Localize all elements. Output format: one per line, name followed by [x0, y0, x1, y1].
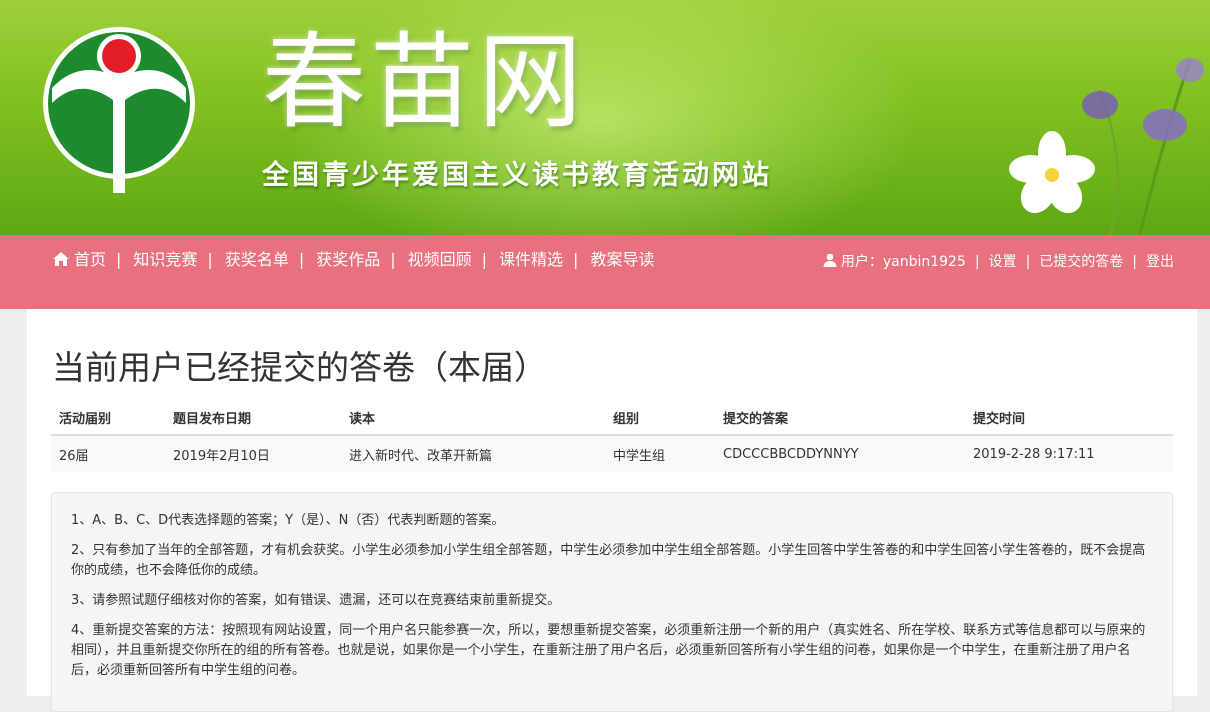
table-header-row: 活动届别 题目发布日期 读本 组别 提交的答案 提交时间	[51, 401, 1173, 436]
logout-link[interactable]: 登出	[1146, 254, 1174, 270]
nav-works-link[interactable]: 获奖作品	[316, 250, 380, 269]
note-item: 2、只有参加了当年的全部答题，才有机会获奖。小学生必须参加小学生组全部答题，中学…	[71, 543, 1146, 578]
cell-session: 26届	[51, 434, 165, 472]
cell-answers: CDCCCBBCDDYNNYY	[715, 434, 965, 472]
nav-separator: |	[573, 250, 579, 269]
submitted-papers-link[interactable]: 已提交的答卷	[1039, 254, 1123, 270]
nav-winners-link[interactable]: 获奖名单	[225, 250, 289, 269]
header-group: 组别	[605, 401, 715, 436]
user-icon	[823, 253, 837, 267]
note-item: 3、请参照试题仔细核对你的答案，如有错误、遗漏，还可以在竞赛结束前重新提交。	[71, 593, 561, 608]
page-title: 当前用户已经提交的答卷（本届）	[52, 348, 547, 387]
nav-lesson-guide-link[interactable]: 教案导读	[590, 250, 654, 269]
chunmiao-logo-icon[interactable]	[40, 18, 198, 193]
note-item: 1、A、B、C、D代表选择题的答案；Y（是）、N（否）代表判断题的答案。	[71, 513, 505, 528]
cell-reader: 进入新时代、改革开新篇	[341, 434, 605, 472]
nav-home-link[interactable]: 首页	[74, 250, 106, 269]
header-session: 活动届别	[51, 401, 165, 436]
nav-video-link[interactable]: 视频回顾	[408, 250, 472, 269]
nav-separator: |	[298, 250, 305, 269]
cell-group: 中学生组	[605, 434, 715, 472]
nav-separator: |	[390, 250, 396, 269]
submitted-answers-table: 活动届别 题目发布日期 读本 组别 提交的答案 提交时间 26届 2019年2月…	[51, 401, 1173, 472]
settings-link[interactable]: 设置	[989, 254, 1017, 270]
nav-separator: |	[481, 250, 488, 269]
note-item: 4、重新提交答案的方法：按照现有网站设置，同一个用户名只能参赛一次，所以，要想重…	[71, 623, 1146, 678]
current-user-link[interactable]: 用户：yanbin1925	[841, 254, 966, 270]
main-nav: 首页 | 知识竞赛 | 获奖名单 | 获奖作品 | 视频回顾 | 课件精选 | 教案导读	[52, 247, 702, 273]
flower-decoration-icon	[1009, 58, 1204, 235]
site-title: 春苗网	[262, 21, 587, 143]
content-card: 当前用户已经提交的答卷（本届） 活动届别 题目发布日期 读本 组别 提交的答案 …	[27, 309, 1197, 712]
header-submit-time: 提交时间	[965, 401, 1173, 436]
nav-contest-link[interactable]: 知识竞赛	[133, 250, 197, 269]
notes-panel: 1、A、B、C、D代表选择题的答案；Y（是）、N（否）代表判断题的答案。 2、只…	[51, 492, 1173, 712]
user-nav: 用户：yanbin1925 | 设置 | 已提交的答卷 | 登出	[823, 251, 1174, 273]
nav-separator: |	[1132, 254, 1137, 270]
nav-separator: |	[974, 254, 980, 270]
nav-courseware-link[interactable]: 课件精选	[499, 250, 563, 269]
header-publish-date: 题目发布日期	[165, 401, 341, 436]
site-subtitle: 全国青少年爱国主义读书教育活动网站	[262, 160, 772, 191]
header-reader: 读本	[341, 401, 605, 436]
cell-submit-time: 2019-2-28 9:17:11	[965, 434, 1173, 472]
nav-separator: |	[116, 250, 122, 269]
header-answers: 提交的答案	[715, 401, 965, 436]
top-navbar: 首页 | 知识竞赛 | 获奖名单 | 获奖作品 | 视频回顾 | 课件精选 | 教案导读 用户：yanb…	[0, 235, 1210, 309]
cell-publish-date: 2019年2月10日	[165, 434, 341, 472]
home-icon[interactable]	[52, 251, 70, 267]
nav-separator: |	[1025, 254, 1031, 270]
table-row: 26届 2019年2月10日 进入新时代、改革开新篇 中学生组 CDCCCBBC…	[51, 434, 1173, 472]
nav-separator: |	[207, 250, 213, 269]
site-banner: 春苗网 全国青少年爱国主义读书教育活动网站	[0, 0, 1210, 235]
